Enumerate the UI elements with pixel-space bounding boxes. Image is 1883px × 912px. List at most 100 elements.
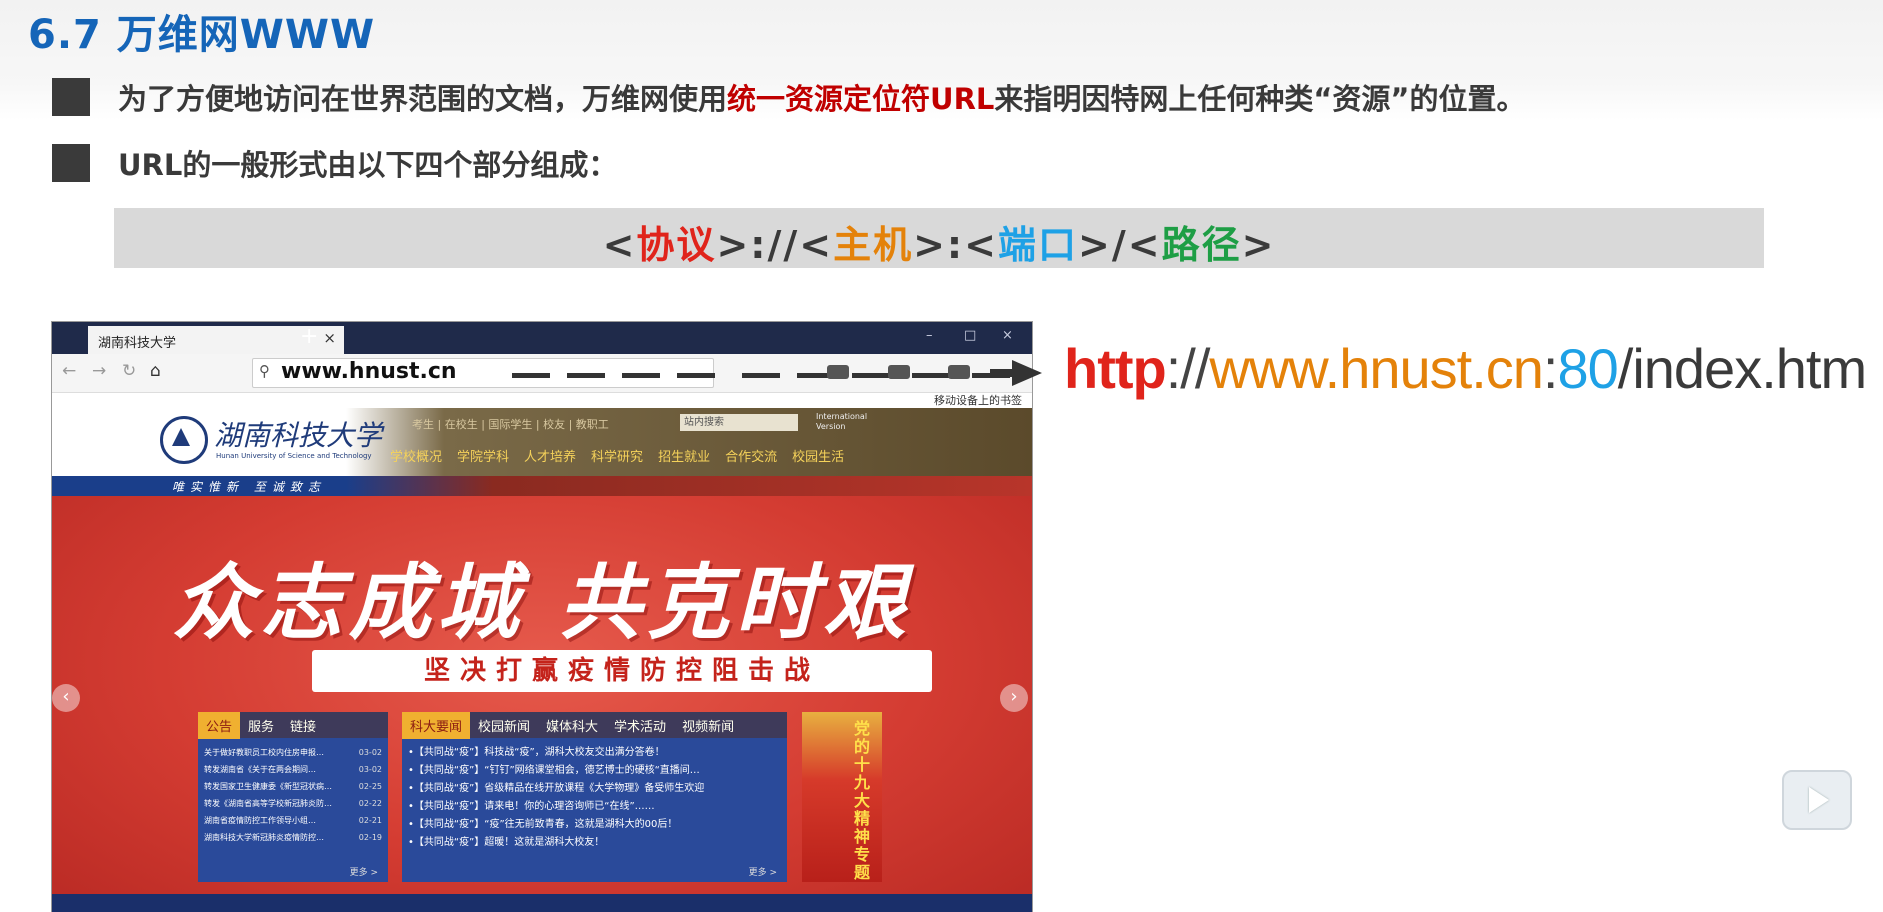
mobile-bookmarks[interactable]: 移动设备上的书签: [934, 392, 1022, 408]
nav-item[interactable]: 科学研究: [591, 450, 643, 465]
url-host: www.hnust.cn: [1209, 337, 1543, 400]
slogan-bar: 唯实惟新 至诚致志: [52, 476, 1032, 496]
list-item[interactable]: 03-02 关于做好教职员工校内住房申报…: [204, 744, 382, 761]
video-play-icon[interactable]: [1782, 770, 1852, 830]
bullet-square: [52, 78, 90, 116]
list-item[interactable]: 02-25 转发国家卫生健康委《新型冠状病…: [204, 778, 382, 795]
url-format-lt: <: [602, 223, 637, 267]
annotation-dash: [512, 373, 550, 378]
party-banner[interactable]: 党的十九大精神专题: [802, 712, 882, 882]
nav-item[interactable]: 学院学科: [457, 450, 509, 465]
url-format-sep: >/<: [1078, 223, 1162, 267]
url-format-port: 端口: [997, 223, 1078, 267]
nav-item[interactable]: 人才培养: [524, 450, 576, 465]
arrow-right-icon: [1012, 360, 1042, 386]
nav-item[interactable]: 学校概况: [390, 450, 442, 465]
extension-icon[interactable]: [948, 365, 970, 379]
hero-subtitle-box: 坚决打赢疫情防控阻击战: [312, 650, 932, 692]
annotation-dash: [677, 373, 715, 378]
notice-panel: 公告 服务 链接 03-02 关于做好教职员工校内住房申报… 03-02 转发湖南省《关…: [198, 712, 388, 882]
list-item[interactable]: •【共同战“疫”】请来电！你的心理咨询师已“在线”……: [408, 798, 781, 816]
annotation-dash: [912, 373, 950, 378]
university-seal-icon: [160, 416, 208, 464]
hero-banner: 众志成城 共克时艰 坚决打赢疫情防控阻击战 ‹ › 公告 服务 链接 03-02 关于…: [52, 496, 1032, 912]
browser-window: 湖南科技大学 × + – □ × ← → ↻ ⌂ ⚲ www.hnust.cn …: [52, 322, 1032, 912]
library-icon[interactable]: [827, 365, 849, 379]
url-example: http://www.hnust.cn:80/index.htm: [1064, 336, 1867, 401]
arrow-shaft: [990, 369, 1014, 377]
bullet-1-text-a: 为了方便地访问在世界范围的文档，万维网使用: [118, 82, 728, 116]
new-tab-icon[interactable]: +: [300, 324, 318, 349]
tab-video[interactable]: 视频新闻: [674, 712, 742, 739]
url-format-sep: >:<: [913, 223, 998, 267]
url-port: 80: [1557, 337, 1618, 400]
carousel-prev-icon[interactable]: ‹: [52, 684, 80, 712]
quick-links[interactable]: 考生 | 在校生 | 国际学生 | 校友 | 教职工: [412, 416, 609, 432]
tab-title: 湖南科技大学: [98, 336, 177, 351]
forward-icon[interactable]: →: [92, 361, 106, 381]
list-item[interactable]: 02-22 转发《湖南省高等学校新冠肺炎防…: [204, 795, 382, 812]
news-panel: 科大要闻 校园新闻 媒体科大 学术活动 视频新闻 •【共同战“疫”】科技战“疫”，湖科大…: [402, 712, 787, 882]
annotation-dash: [742, 373, 780, 378]
tab-strip: 湖南科技大学 × + – □ ×: [52, 322, 1032, 354]
nav-item[interactable]: 招生就业: [658, 450, 710, 465]
hero-subtitle: 坚决打赢疫情防控阻击战: [423, 656, 820, 686]
carousel-next-icon[interactable]: ›: [1000, 684, 1028, 712]
bullet-1-keyword: 统一资源定位符URL: [727, 82, 995, 116]
reload-icon[interactable]: ↻: [122, 361, 136, 381]
nav-item[interactable]: 校园生活: [792, 450, 844, 465]
list-item[interactable]: •【共同战“疫”】“疫”往无前致青春，这就是湖科大的00后！: [408, 816, 781, 834]
site-header: 湖南科技大学 Hunan University of Science and T…: [52, 408, 1032, 476]
tab-media[interactable]: 媒体科大: [538, 712, 606, 739]
news-list: •【共同战“疫”】科技战“疫”，湖科大校友交出满分答卷！ •【共同战“疫”】“钉…: [408, 744, 781, 852]
site-footer-strip: [52, 894, 1032, 912]
list-item[interactable]: •【共同战“疫”】省级精品在线开放课程《大学物理》备受师生欢迎: [408, 780, 781, 798]
international-link[interactable]: International Version: [816, 412, 876, 432]
site-logo-cn[interactable]: 湖南科技大学: [214, 414, 382, 454]
more-link[interactable]: 更多 >: [350, 865, 378, 878]
tab-notice[interactable]: 公告: [198, 712, 241, 739]
more-link[interactable]: 更多 >: [749, 865, 777, 878]
url-format: <协议>://<主机>:<端口>/<路径>: [114, 214, 1764, 269]
url-format-path: 路径: [1161, 223, 1242, 267]
tab-service[interactable]: 服务: [240, 712, 282, 739]
list-item[interactable]: 02-21 湖南省疫情防控工作领导小组…: [204, 812, 382, 829]
tab-close-icon[interactable]: ×: [323, 329, 336, 347]
url-format-gt: >: [1241, 223, 1276, 267]
school-motto: 唯实惟新 至诚致志: [172, 480, 326, 494]
bullet-square: [52, 144, 90, 182]
url-path: /index.htm: [1617, 337, 1867, 400]
party-banner-text: 党的十九大精神专题: [854, 719, 871, 882]
annotation-dash: [567, 373, 605, 378]
annotation-dash: [622, 373, 660, 378]
url-format-host: 主机: [833, 223, 914, 267]
notice-list: 03-02 关于做好教职员工校内住房申报… 03-02 转发湖南省《关于在两会期间……: [204, 744, 382, 846]
close-window-icon[interactable]: ×: [1002, 328, 1013, 343]
tab-academic[interactable]: 学术活动: [606, 712, 674, 739]
bullet-1-text-b: 来指明因特网上任何种类“资源”的位置。: [994, 82, 1526, 116]
url-format-protocol: 协议: [636, 223, 717, 267]
site-search-input[interactable]: 站内搜索: [680, 414, 798, 431]
nav-item[interactable]: 合作交流: [725, 450, 777, 465]
list-item[interactable]: •【共同战“疫”】“钉钉”网络课堂相会，德艺博士的硬核“直播间…: [408, 762, 781, 780]
list-item[interactable]: •【共同战“疫”】科技战“疫”，湖科大校友交出满分答卷！: [408, 744, 781, 762]
url-sep: ://: [1165, 337, 1211, 400]
back-icon[interactable]: ←: [62, 361, 76, 381]
minimize-icon[interactable]: –: [926, 328, 933, 343]
extension-icon[interactable]: [888, 365, 910, 379]
list-item[interactable]: •【共同战“疫”】超暖！这就是湖科大校友！: [408, 834, 781, 852]
list-item[interactable]: 03-02 转发湖南省《关于在两会期间…: [204, 761, 382, 778]
list-item[interactable]: 02-19 湖南科技大学新冠肺炎疫情防控…: [204, 829, 382, 846]
url-protocol: http: [1064, 337, 1167, 400]
bullet-1: 为了方便地访问在世界范围的文档，万维网使用统一资源定位符URL来指明因特网上任何…: [118, 76, 1526, 118]
notice-tabs: 公告 服务 链接: [198, 712, 388, 739]
tab-links[interactable]: 链接: [282, 712, 324, 739]
url-format-sep: >://<: [716, 223, 834, 267]
slide-title: 6.7 万维网WWW: [28, 12, 376, 58]
tab-news[interactable]: 科大要闻: [402, 712, 471, 739]
home-icon[interactable]: ⌂: [150, 361, 161, 381]
maximize-icon[interactable]: □: [964, 328, 976, 343]
hero-title: 众志成城 共克时艰: [172, 556, 912, 651]
tab-campus-news[interactable]: 校园新闻: [470, 712, 538, 739]
url-sep: :: [1542, 337, 1559, 400]
